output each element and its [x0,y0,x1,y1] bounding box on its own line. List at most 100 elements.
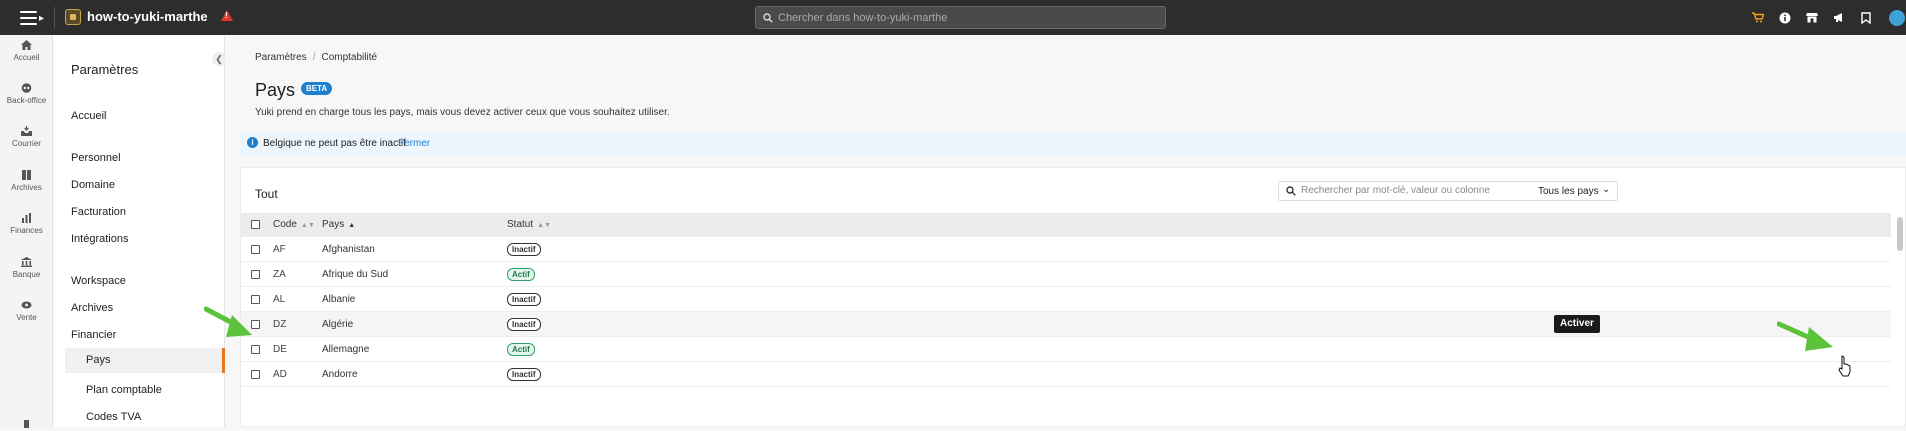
table-header: Code ▲▼ Pays ▲ Statut ▲▼ [241,213,1891,237]
sort-icon: ▲▼ [300,222,315,229]
global-search-input[interactable] [778,11,1165,24]
column-label: Code [273,219,297,230]
breadcrumb-parent[interactable]: Paramètres [255,52,307,63]
app-name[interactable]: how-to-yuki-marthe [87,9,208,24]
user-avatar-icon[interactable] [1879,0,1906,35]
rail-item-label: Banque [12,270,41,279]
info-icon: i [247,137,258,148]
search-icon [763,13,773,23]
rail-item-label: Finances [10,226,43,235]
row-checkbox[interactable] [251,270,260,279]
settings-nav-item-chart-of-accounts[interactable]: Plan comptable [86,384,162,396]
settings-nav-item-countries[interactable]: Pays [65,348,225,373]
status-badge: Inactif [507,368,541,381]
row-code: AL [273,294,286,305]
collapse-sidebar-button[interactable]: ❮ [212,52,226,66]
info-banner-message: Belgique ne peut pas être inactif [263,138,406,149]
table-row[interactable]: AF Afghanistan Inactif [241,237,1891,262]
settings-nav-item-staff[interactable]: Personnel [71,152,121,164]
search-icon [1286,186,1296,196]
archives-icon [21,170,32,180]
settings-nav-item-workspace[interactable]: Workspace [71,275,126,287]
row-checkbox[interactable] [251,370,260,379]
top-actions [1744,0,1906,35]
country-filter-dropdown[interactable]: Tous les pays [1538,186,1599,197]
page-title: Pays [255,80,296,100]
sort-ascending-icon: ▲ [348,222,356,229]
select-all-checkbox[interactable] [251,220,260,229]
beta-badge: BETA [301,82,333,95]
activate-button[interactable]: Activer [1554,315,1600,333]
row-country: Allemagne [322,344,370,355]
chevron-down-icon[interactable]: ⌄ [1602,184,1610,195]
bank-icon [21,257,32,267]
settings-nav-item-home[interactable]: Accueil [71,110,106,122]
row-country: Andorre [322,369,358,380]
status-badge: Actif [507,343,535,356]
warning-icon[interactable] [221,10,233,21]
status-badge: Inactif [507,318,541,331]
row-checkbox[interactable] [251,245,260,254]
menu-toggle-button[interactable]: ▸ [20,9,44,27]
table-row[interactable]: AD Andorre Inactif [241,362,1891,387]
chevron-right-icon: ▸ [38,12,44,24]
table-row[interactable]: AL Albanie Inactif [241,287,1891,312]
rail-item-backoffice[interactable]: Back-office [0,83,53,105]
column-header-country[interactable]: Pays ▲ [322,219,355,230]
close-banner-link[interactable]: Fermer [398,138,430,149]
table-search-input[interactable] [1301,185,1531,196]
breadcrumb-separator: / [312,52,316,63]
column-header-status[interactable]: Statut ▲▼ [507,219,551,230]
rail-item-more[interactable] [0,418,53,431]
status-badge: Actif [507,268,535,281]
chevron-left-icon: ❮ [215,53,223,64]
rail-item-label: Vente [16,313,37,322]
rail-item-home[interactable]: Accueil [0,40,53,62]
green-arrow-icon [204,306,252,337]
table-search-box[interactable]: Tous les pays ⌄ [1278,181,1618,201]
megaphone-icon[interactable] [1825,0,1852,35]
settings-nav-item-billing[interactable]: Facturation [71,206,126,218]
finance-chart-icon [21,213,32,223]
column-label: Pays [322,219,345,230]
breadcrumb: Paramètres / Comptabilité [255,52,377,63]
page-description: Yuki prend en charge tous les pays, mais… [255,107,670,118]
app-logo-icon [65,9,81,25]
rail-item-label: Courrier [12,139,41,148]
hand-cursor-icon [1838,355,1851,377]
cart-icon[interactable] [1744,0,1771,35]
row-country: Afrique du Sud [322,269,389,280]
rail-item-mail[interactable]: Courrier [0,126,53,148]
table-row[interactable]: DE Allemagne Actif [241,337,1891,362]
settings-nav-item-domain[interactable]: Domaine [71,179,115,191]
table-row[interactable]: DZ Algérie Inactif Activer [241,312,1891,337]
rail-item-sales[interactable]: Vente [0,300,53,322]
row-checkbox[interactable] [251,345,260,354]
sort-icon: ▲▼ [537,222,551,229]
status-badge: Inactif [507,243,541,256]
settings-nav-item-vat-codes[interactable]: Codes TVA [86,411,141,423]
row-checkbox[interactable] [251,295,260,304]
rail-item-archives[interactable]: Archives [0,170,53,192]
row-code: ZA [273,269,286,280]
row-country: Albanie [322,294,356,305]
settings-sidebar: Paramètres ❮ Accueil Personnel Domaine F… [53,35,226,427]
home-icon [21,40,32,50]
rail-item-bank[interactable]: Banque [0,257,53,279]
top-bar: ▸ how-to-yuki-marthe [0,0,1906,35]
scrollbar-thumb[interactable] [1897,217,1903,251]
table-row[interactable]: ZA Afrique du Sud Actif [241,262,1891,287]
column-header-code[interactable]: Code ▲▼ [273,219,315,230]
backoffice-icon [21,83,32,93]
bookmark-icon[interactable] [1852,0,1879,35]
settings-nav-item-archives[interactable]: Archives [71,302,113,314]
panel-title: Tout [255,187,278,201]
settings-nav-item-integrations[interactable]: Intégrations [71,233,128,245]
global-search-box[interactable] [755,6,1166,29]
rail-item-finances[interactable]: Finances [0,213,53,235]
settings-nav-item-financial[interactable]: Financier [71,329,116,341]
table-scrollbar[interactable] [1896,213,1904,428]
sales-icon [21,300,32,310]
store-icon[interactable] [1798,0,1825,35]
info-icon[interactable] [1771,0,1798,35]
